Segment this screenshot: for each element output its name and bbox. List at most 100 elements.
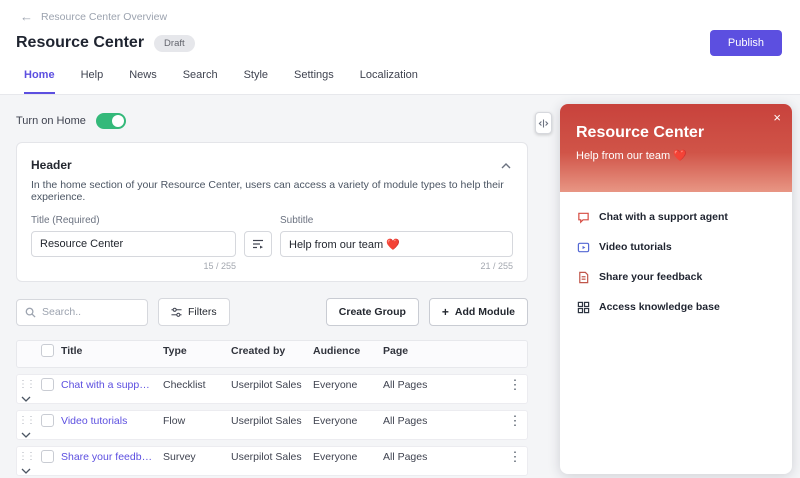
home-toggle[interactable] bbox=[96, 113, 126, 129]
row-menu-icon[interactable]: ⋮ bbox=[503, 449, 527, 465]
publish-button[interactable]: Publish bbox=[710, 30, 782, 56]
row-menu-icon[interactable]: ⋮ bbox=[503, 413, 527, 429]
add-module-button[interactable]: + Add Module bbox=[429, 298, 528, 326]
module-audience: Everyone bbox=[313, 415, 383, 427]
home-toggle-row: Turn on Home bbox=[16, 105, 528, 129]
module-created-by: Userpilot Sales bbox=[231, 451, 313, 463]
preview-item-knowledge-base[interactable]: Access knowledge base bbox=[576, 300, 776, 314]
module-audience: Everyone bbox=[313, 451, 383, 463]
home-toggle-label: Turn on Home bbox=[16, 115, 86, 127]
filters-label: Filters bbox=[188, 306, 217, 318]
tab-search[interactable]: Search bbox=[183, 69, 218, 94]
title-row: Resource Center Draft Publish bbox=[0, 23, 800, 56]
row-checkbox[interactable] bbox=[41, 414, 54, 427]
resource-center-app: ← Resource Center Overview Resource Cent… bbox=[0, 0, 800, 478]
video-icon bbox=[576, 240, 590, 254]
table-row: ⋮⋮ Share your feedba... Survey Userpilot… bbox=[16, 446, 528, 476]
preview-title: Resource Center bbox=[576, 124, 776, 142]
preview-item-label: Video tutorials bbox=[599, 241, 672, 253]
feedback-icon bbox=[576, 270, 590, 284]
preview-item-feedback[interactable]: Share your feedback bbox=[576, 270, 776, 284]
main-panel: Turn on Home Header In the home section … bbox=[0, 95, 544, 478]
chevron-down-icon[interactable] bbox=[17, 396, 35, 402]
row-checkbox[interactable] bbox=[41, 450, 54, 463]
filters-icon bbox=[171, 307, 182, 318]
back-arrow-icon[interactable]: ← bbox=[20, 10, 33, 23]
module-page: All Pages bbox=[383, 379, 485, 391]
preview-item-chat[interactable]: Chat with a support agent bbox=[576, 210, 776, 224]
preview-item-label: Access knowledge base bbox=[599, 301, 720, 313]
modules-table: Title Type Created by Audience Page ⋮⋮ C… bbox=[16, 340, 528, 478]
chevron-down-icon[interactable] bbox=[17, 468, 35, 474]
create-group-button[interactable]: Create Group bbox=[326, 298, 419, 326]
header-card-title: Header bbox=[31, 158, 72, 172]
preview-item-label: Share your feedback bbox=[599, 271, 702, 283]
search-box bbox=[16, 299, 148, 326]
drag-handle-icon[interactable]: ⋮⋮ bbox=[17, 416, 35, 426]
module-created-by: Userpilot Sales bbox=[231, 415, 313, 427]
table-header: Title Type Created by Audience Page bbox=[16, 340, 528, 368]
subtitle-input[interactable] bbox=[280, 231, 513, 257]
tab-style[interactable]: Style bbox=[244, 69, 268, 94]
page-title: Resource Center bbox=[16, 34, 144, 52]
row-menu-icon[interactable]: ⋮ bbox=[503, 377, 527, 393]
preview-subtitle: Help from our team ❤️ bbox=[576, 149, 776, 162]
module-page: All Pages bbox=[383, 415, 485, 427]
tab-localization[interactable]: Localization bbox=[360, 69, 418, 94]
text-align-icon bbox=[252, 237, 264, 252]
search-icon bbox=[25, 307, 36, 318]
subtitle-char-count: 21 / 255 bbox=[236, 261, 513, 271]
row-checkbox[interactable] bbox=[41, 378, 54, 391]
module-type: Checklist bbox=[163, 379, 231, 391]
table-row: ⋮⋮ Chat with a suppo... Checklist Userpi… bbox=[16, 374, 528, 404]
status-badge: Draft bbox=[154, 35, 195, 52]
breadcrumb-row: ← Resource Center Overview bbox=[0, 0, 800, 23]
drag-handle-icon[interactable]: ⋮⋮ bbox=[17, 380, 35, 390]
header-fields: Title (Required) Subtitle bbox=[31, 215, 513, 257]
select-all-checkbox[interactable] bbox=[41, 344, 54, 357]
preview-header: × Resource Center Help from our team ❤️ bbox=[560, 104, 792, 192]
subtitle-field-group: Subtitle bbox=[280, 215, 513, 257]
close-icon[interactable]: × bbox=[773, 111, 781, 124]
preview-item-video[interactable]: Video tutorials bbox=[576, 240, 776, 254]
breadcrumb[interactable]: Resource Center Overview bbox=[41, 11, 167, 23]
module-title-link[interactable]: Video tutorials bbox=[61, 415, 163, 427]
tab-settings[interactable]: Settings bbox=[294, 69, 334, 94]
tab-home[interactable]: Home bbox=[24, 69, 55, 94]
module-toolbar: Filters Create Group + Add Module bbox=[16, 298, 528, 326]
title-input[interactable] bbox=[31, 231, 236, 257]
toggle-knob bbox=[112, 115, 124, 127]
collapse-button[interactable] bbox=[499, 155, 513, 174]
knowledge-base-icon bbox=[576, 300, 590, 314]
module-page: All Pages bbox=[383, 451, 485, 463]
module-created-by: Userpilot Sales bbox=[231, 379, 313, 391]
header-card: Header In the home section of your Resou… bbox=[16, 142, 528, 282]
module-type: Flow bbox=[163, 415, 231, 427]
resize-arrows-icon bbox=[538, 119, 549, 128]
char-counts: 15 / 255 21 / 255 bbox=[31, 261, 513, 271]
title-char-count: 15 / 255 bbox=[31, 261, 236, 271]
add-module-label: Add Module bbox=[455, 306, 515, 318]
chevron-down-icon[interactable] bbox=[17, 432, 35, 438]
drag-handle-icon[interactable]: ⋮⋮ bbox=[17, 452, 35, 462]
search-input[interactable] bbox=[42, 306, 139, 318]
table-row: ⋮⋮ Video tutorials Flow Userpilot Sales … bbox=[16, 410, 528, 440]
module-audience: Everyone bbox=[313, 379, 383, 391]
module-title-link[interactable]: Share your feedba... bbox=[61, 451, 163, 463]
text-direction-button[interactable] bbox=[244, 231, 272, 257]
plus-icon: + bbox=[442, 306, 449, 318]
tab-help[interactable]: Help bbox=[81, 69, 104, 94]
column-page: Page bbox=[383, 345, 485, 357]
module-title-link[interactable]: Chat with a suppo... bbox=[61, 379, 163, 391]
preview-body: Chat with a support agent Video tutorial… bbox=[560, 192, 792, 332]
column-title: Title bbox=[61, 345, 163, 357]
subtitle-field-label: Subtitle bbox=[280, 215, 513, 226]
tab-news[interactable]: News bbox=[129, 69, 157, 94]
filters-button[interactable]: Filters bbox=[158, 298, 230, 326]
preview-item-label: Chat with a support agent bbox=[599, 211, 728, 223]
preview-panel: × Resource Center Help from our team ❤️ … bbox=[544, 95, 800, 478]
panel-resize-handle[interactable] bbox=[535, 112, 552, 134]
topbar: ← Resource Center Overview Resource Cent… bbox=[0, 0, 800, 95]
chevron-up-icon bbox=[501, 157, 511, 172]
title-field-label: Title (Required) bbox=[31, 215, 236, 226]
